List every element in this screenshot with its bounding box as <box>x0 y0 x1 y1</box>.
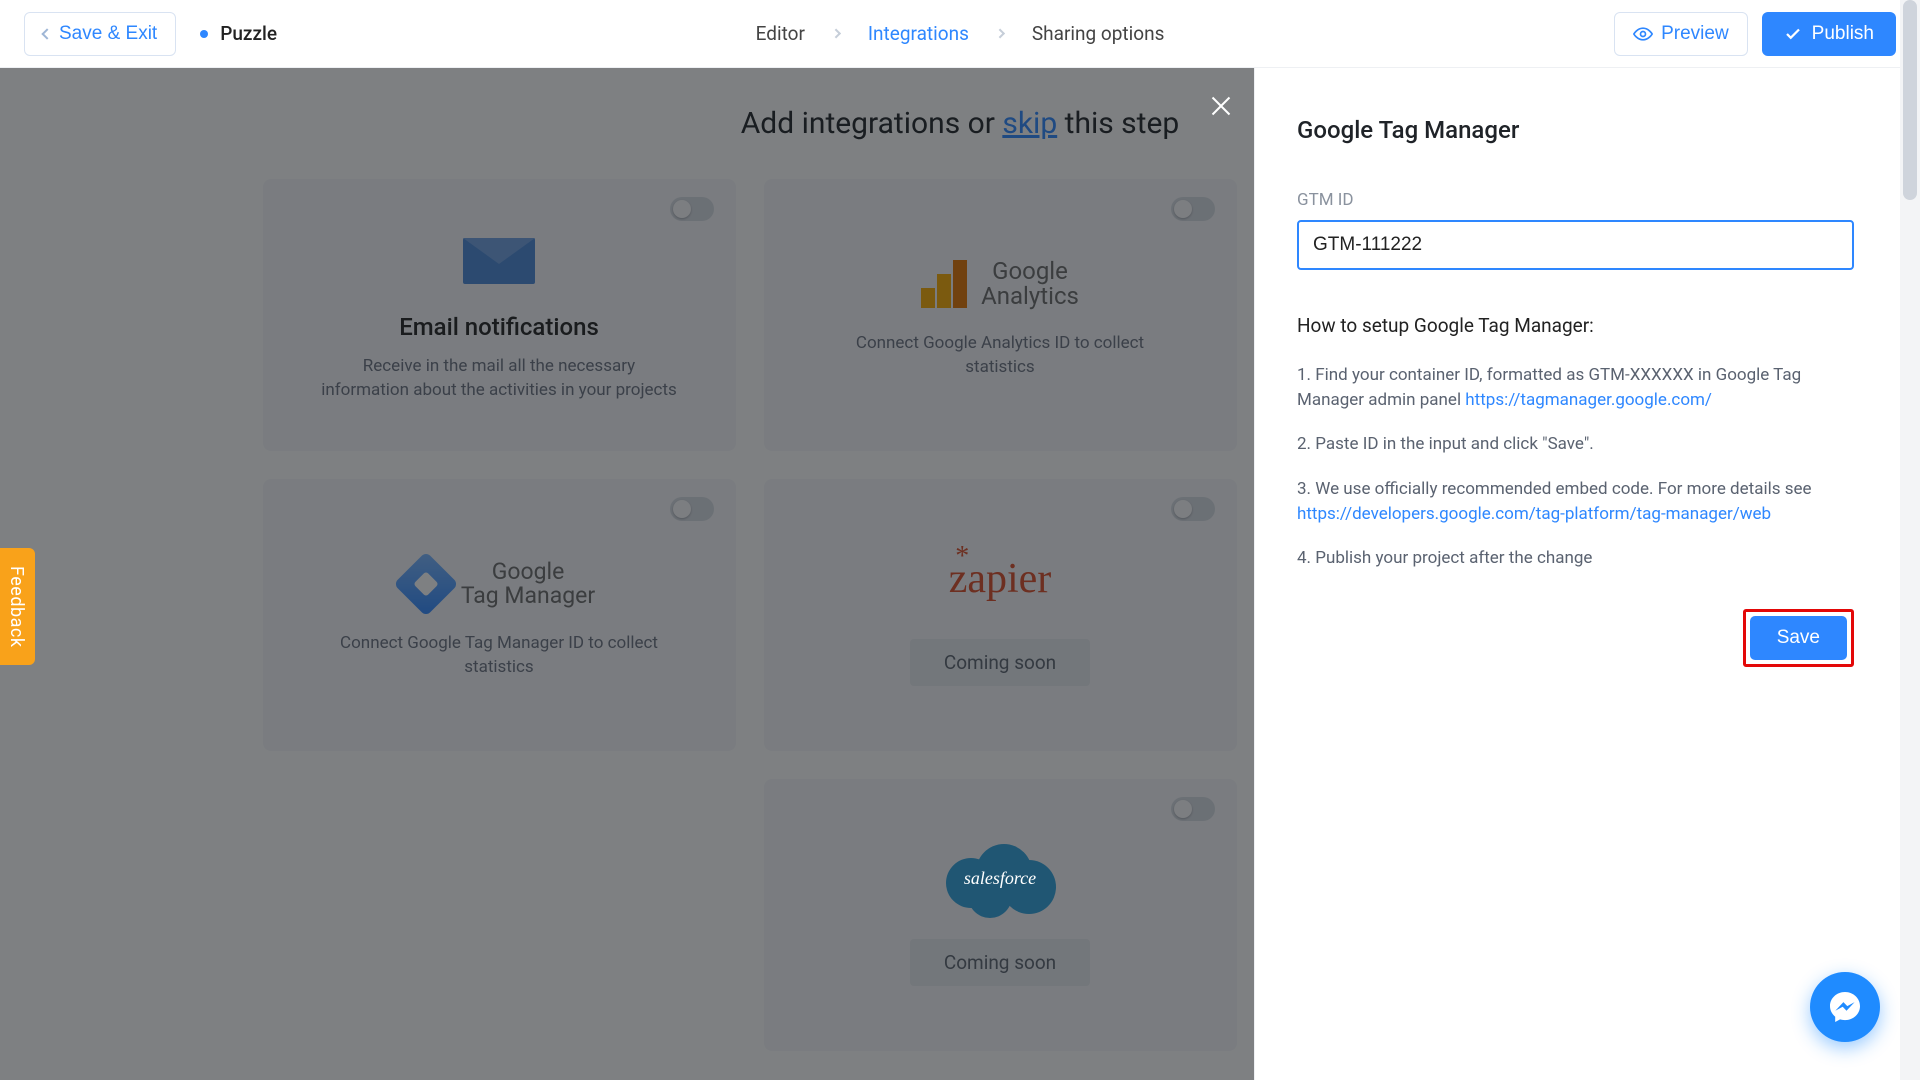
howto-title: How to setup Google Tag Manager: <box>1297 314 1854 337</box>
chevron-left-icon <box>41 28 52 39</box>
gtm-id-input[interactable] <box>1297 220 1854 270</box>
howto-step-4: 4. Publish your project after the change <box>1297 546 1854 571</box>
chevron-right-icon <box>995 29 1005 39</box>
howto-step-1: 1. Find your container ID, formatted as … <box>1297 363 1854 412</box>
gtm-docs-link[interactable]: https://developers.google.com/tag-platfo… <box>1297 504 1771 524</box>
howto-list: 1. Find your container ID, formatted as … <box>1297 363 1854 571</box>
preview-button[interactable]: Preview <box>1614 12 1748 56</box>
chevron-right-icon <box>831 29 841 39</box>
publish-label: Publish <box>1812 23 1874 45</box>
status-dot-icon <box>200 30 208 38</box>
howto-step-3: 3. We use officially recommended embed c… <box>1297 477 1854 526</box>
messenger-chat-button[interactable] <box>1810 972 1880 1042</box>
gtm-admin-link[interactable]: https://tagmanager.google.com/ <box>1465 390 1712 410</box>
messenger-icon <box>1827 989 1863 1025</box>
save-button-highlight: Save <box>1743 609 1854 667</box>
feedback-tab[interactable]: Feedback <box>0 548 35 665</box>
howto-step-2: 2. Paste ID in the input and click "Save… <box>1297 432 1854 457</box>
save-and-exit-label: Save & Exit <box>59 23 157 45</box>
panel-title: Google Tag Manager <box>1297 116 1854 144</box>
eye-icon <box>1633 24 1653 44</box>
preview-label: Preview <box>1661 23 1729 45</box>
close-icon[interactable] <box>1207 92 1235 120</box>
project-name: Puzzle <box>200 22 277 45</box>
breadcrumb-step-integrations[interactable]: Integrations <box>868 22 969 45</box>
check-icon <box>1784 25 1802 43</box>
publish-button[interactable]: Publish <box>1762 12 1896 56</box>
breadcrumb: Editor Integrations Sharing options <box>756 22 1165 45</box>
salesforce-logo-icon: salesforce <box>940 845 1060 913</box>
stage: Add integrations or skip this step Email… <box>0 68 1920 1080</box>
gtm-id-label: GTM ID <box>1297 190 1854 210</box>
scrollbar[interactable] <box>1900 0 1920 1080</box>
save-and-exit-button[interactable]: Save & Exit <box>24 12 176 56</box>
project-name-text: Puzzle <box>220 22 277 45</box>
topbar-left: Save & Exit Puzzle <box>24 12 277 56</box>
breadcrumb-step-sharing[interactable]: Sharing options <box>1032 22 1165 45</box>
topbar: Save & Exit Puzzle Editor Integrations S… <box>0 0 1920 68</box>
save-button[interactable]: Save <box>1750 616 1847 660</box>
topbar-right: Preview Publish <box>1614 12 1896 56</box>
gtm-settings-panel: Google Tag Manager GTM ID How to setup G… <box>1254 68 1920 1080</box>
breadcrumb-step-editor[interactable]: Editor <box>756 22 805 45</box>
